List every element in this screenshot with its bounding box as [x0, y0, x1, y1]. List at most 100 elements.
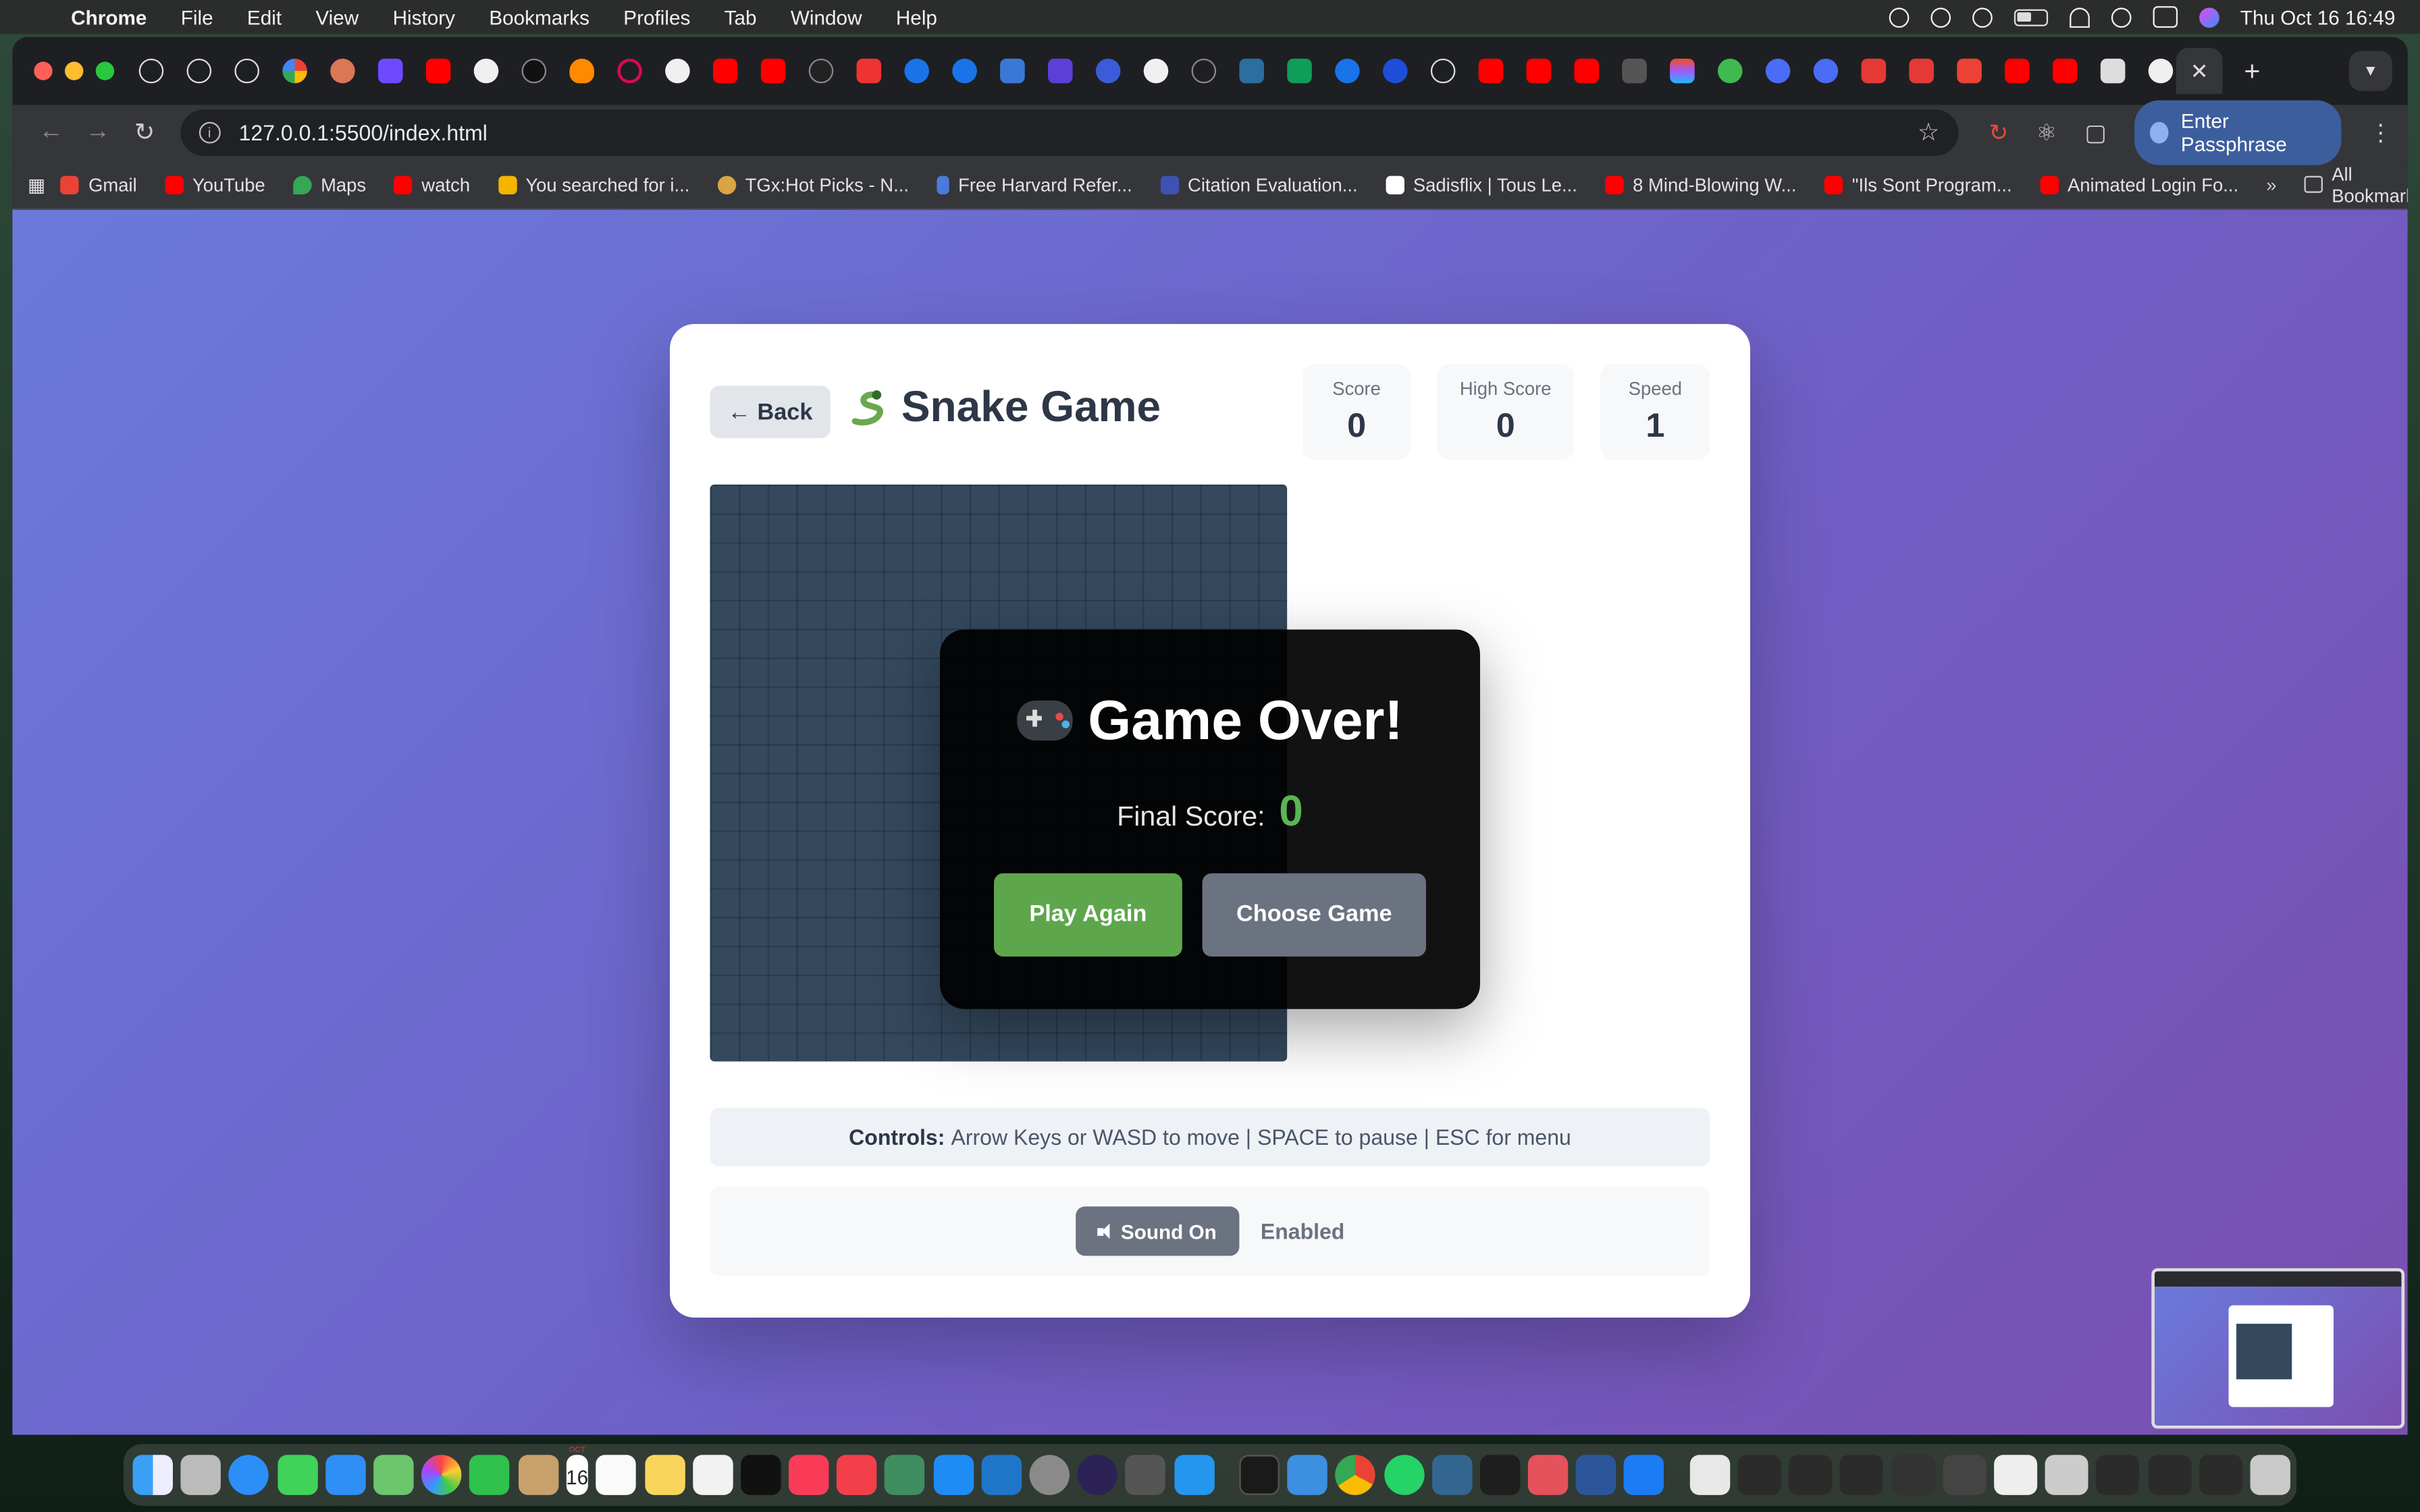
tab-github-icon[interactable]: [665, 58, 690, 84]
site-info-icon[interactable]: i: [199, 122, 221, 144]
minimized-window-icon[interactable]: [2147, 1455, 2191, 1495]
wifi-icon[interactable]: [2069, 7, 2089, 27]
tab-chatgpt-icon[interactable]: [234, 58, 259, 84]
tab-chatgpt-icon[interactable]: [138, 58, 164, 84]
tab-gmail-icon[interactable]: [1957, 58, 1982, 84]
safari-icon[interactable]: [229, 1455, 269, 1495]
spotlight-search-icon[interactable]: [2110, 7, 2131, 27]
terminal-icon[interactable]: [1239, 1455, 1280, 1495]
tab-bird-icon[interactable]: [1765, 58, 1791, 84]
notes-icon[interactable]: [644, 1455, 685, 1495]
whatsapp-icon[interactable]: [1384, 1455, 1424, 1495]
menu-app-name[interactable]: Chrome: [71, 5, 147, 28]
tab-youtube-icon[interactable]: [2052, 58, 2078, 84]
back-arrow-icon[interactable]: ←: [28, 119, 74, 146]
tab-apple-icon[interactable]: [952, 58, 977, 84]
finder-icon[interactable]: [132, 1455, 173, 1495]
menu-help[interactable]: Help: [896, 5, 937, 28]
reminders-icon[interactable]: [596, 1455, 637, 1495]
bookmark-maps[interactable]: Maps: [292, 173, 366, 195]
menu-history[interactable]: History: [393, 5, 455, 28]
tab-search-chevron-icon[interactable]: ▼: [2348, 51, 2392, 91]
play-again-button[interactable]: Play Again: [993, 873, 1182, 957]
minimized-window-icon[interactable]: [2096, 1455, 2140, 1495]
tab-youtube-icon[interactable]: [2005, 58, 2030, 84]
texmaker-icon[interactable]: [1126, 1455, 1166, 1495]
minimized-window-icon[interactable]: [1789, 1455, 1833, 1495]
tab-m-icon[interactable]: [1861, 58, 1887, 84]
control-center-icon[interactable]: [2152, 6, 2178, 28]
mail-icon[interactable]: [325, 1455, 366, 1495]
tab-claude-icon[interactable]: [330, 58, 355, 84]
bookmark-animated-login[interactable]: Animated Login Fo...: [2039, 173, 2238, 195]
more-bookmarks-chevron-icon[interactable]: »: [2266, 173, 2276, 195]
tab-sheets-icon[interactable]: [1287, 58, 1312, 84]
tab-youtube-icon[interactable]: [425, 58, 451, 84]
vscode-icon[interactable]: [981, 1455, 1022, 1495]
bookmark-gmail[interactable]: Gmail: [60, 173, 137, 195]
chrome-icon[interactable]: [1335, 1455, 1376, 1495]
chrome-menu-icon[interactable]: ⋮: [2369, 119, 2392, 146]
postgres-icon[interactable]: [1431, 1455, 1472, 1495]
tab-doc-icon[interactable]: [1622, 58, 1647, 84]
menu-tab[interactable]: Tab: [725, 5, 757, 28]
minimized-window-icon[interactable]: [2199, 1455, 2242, 1495]
photos-icon[interactable]: [421, 1455, 462, 1495]
tab-code-icon[interactable]: [521, 58, 547, 84]
screenshot-thumbnail[interactable]: [2151, 1268, 2405, 1429]
passphrase-button[interactable]: Enter Passphrase: [2134, 100, 2342, 165]
tab-github-icon[interactable]: [2148, 58, 2174, 84]
minimized-window-icon[interactable]: [2045, 1455, 2088, 1495]
tab-youtube-icon[interactable]: [1574, 58, 1599, 84]
downloads-stack-icon[interactable]: [1689, 1455, 1730, 1495]
bookmark-sadisflix[interactable]: Sadisflix | Tous Le...: [1385, 173, 1577, 195]
url-text[interactable]: 127.0.0.1:5500/index.html: [239, 120, 488, 145]
tab-youtube-icon[interactable]: [1526, 58, 1552, 84]
openai-status-icon[interactable]: [1888, 7, 1909, 27]
tab-m-icon[interactable]: [1909, 58, 1934, 84]
back-button[interactable]: ← Back: [710, 385, 831, 439]
tab-fire-icon[interactable]: [569, 58, 594, 84]
bookmark-tgx[interactable]: TGx:Hot Picks - N...: [717, 173, 909, 195]
tab-youtube-icon[interactable]: [1478, 58, 1504, 84]
bookmark-youtube[interactable]: YouTube: [164, 173, 265, 195]
menu-bookmarks[interactable]: Bookmarks: [489, 5, 589, 28]
menu-window[interactable]: Window: [791, 5, 862, 28]
minimized-window-icon[interactable]: [1840, 1455, 1884, 1495]
tab-youtube-icon[interactable]: [712, 58, 738, 84]
tab-h-icon[interactable]: [1047, 58, 1073, 84]
forward-arrow-icon[interactable]: →: [74, 119, 121, 146]
active-tab-close-icon[interactable]: ✕: [2176, 47, 2223, 94]
tab-google-icon[interactable]: [282, 58, 307, 84]
bookmark-harvard[interactable]: Free Harvard Refer...: [937, 173, 1132, 195]
minimize-window-button[interactable]: [64, 61, 84, 80]
tab-proton-icon[interactable]: [377, 58, 403, 84]
figma-icon[interactable]: [1479, 1455, 1521, 1495]
vs-icon[interactable]: [885, 1455, 926, 1495]
reload-icon[interactable]: ↻: [121, 117, 167, 148]
eclipse-icon[interactable]: [1077, 1455, 1118, 1495]
docker-icon[interactable]: [1174, 1455, 1214, 1495]
calendar-icon[interactable]: 16: [566, 1440, 589, 1495]
word-icon[interactable]: [1576, 1455, 1616, 1495]
tab-github-icon[interactable]: [1143, 58, 1169, 84]
tab-github-icon[interactable]: [473, 58, 499, 84]
choose-game-button[interactable]: Choose Game: [1202, 873, 1426, 957]
extensions-puzzle-icon[interactable]: ▢: [2084, 119, 2106, 146]
music-icon[interactable]: [789, 1455, 829, 1495]
tab-orb-icon[interactable]: [1095, 58, 1121, 84]
bookmark-ils-sont[interactable]: "Ils Sont Program...: [1824, 173, 2012, 195]
contacts-icon[interactable]: [517, 1455, 558, 1495]
menu-clock[interactable]: Thu Oct 16 16:49: [2240, 5, 2396, 28]
tab-tools-icon[interactable]: [1000, 58, 1025, 84]
minimized-window-icon[interactable]: [1943, 1455, 1987, 1495]
affinity-icon[interactable]: [1528, 1455, 1569, 1495]
maps-icon[interactable]: [373, 1455, 414, 1495]
tab-figma-icon[interactable]: [1670, 58, 1695, 84]
menu-view[interactable]: View: [315, 5, 359, 28]
xcode-icon[interactable]: [1624, 1455, 1665, 1495]
freeform-icon[interactable]: [692, 1455, 733, 1495]
address-bar[interactable]: i 127.0.0.1:5500/index.html ☆: [180, 109, 1958, 156]
bookmark-citation[interactable]: Citation Evaluation...: [1159, 173, 1358, 195]
files-icon[interactable]: [1287, 1455, 1328, 1495]
